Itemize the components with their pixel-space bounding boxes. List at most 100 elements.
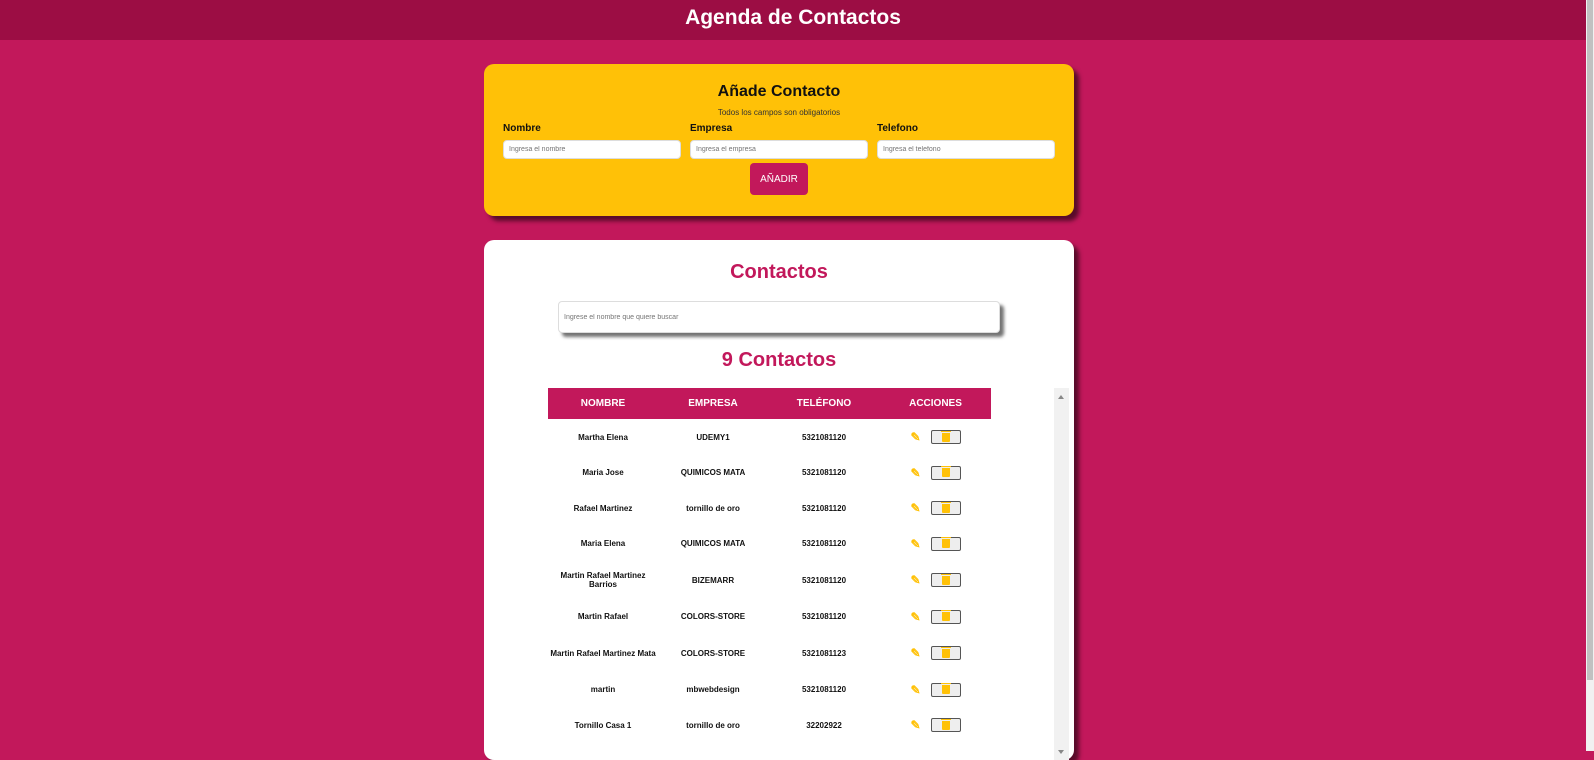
contact-company: COLORS-STORE: [680, 648, 746, 658]
table-row: Martin Rafael Martinez Mata COLORS-STORE 5…: [548, 634, 991, 672]
contact-phone: 5321081120: [801, 503, 847, 513]
contact-company: QUIMICOS MATA: [680, 539, 746, 548]
contact-name: Maria Jose: [582, 468, 624, 477]
contact-name: Martin Rafael Martinez Mata: [550, 648, 656, 658]
add-contact-card: Añade Contacto Todos los campos son obli…: [484, 64, 1074, 216]
contact-name: martin: [590, 685, 616, 694]
page-scrollbar-thumb[interactable]: [1587, 0, 1593, 680]
contact-phone: 5321081120: [801, 575, 847, 585]
contact-phone: 32202922: [806, 720, 842, 730]
empresa-field-group: Empresa: [690, 123, 868, 159]
contact-name: Maria Elena: [580, 539, 626, 548]
trash-icon: [940, 718, 951, 730]
trash-icon: [940, 537, 951, 548]
contact-name: Martin Rafael Martinez Barrios: [560, 571, 646, 589]
contact-company: tornillo de oro: [686, 720, 740, 730]
contact-company: tornillo de oro: [686, 503, 740, 513]
contact-company: BIZEMARR: [691, 575, 735, 585]
contact-company: COLORS-STORE: [680, 612, 746, 621]
trash-icon: [940, 573, 951, 585]
table-row: martin mbwebdesign 5321081120 ✎: [548, 672, 991, 707]
delete-button[interactable]: [930, 465, 961, 480]
row-actions: ✎: [880, 536, 991, 551]
table-row: Rafael Martinez tornillo de oro 5321081120…: [548, 490, 991, 526]
telefono-label: Telefono: [877, 123, 918, 134]
add-contact-button[interactable]: AÑADIR: [750, 163, 808, 195]
contact-phone: 5321081120: [801, 432, 847, 442]
contact-phone: 5321081120: [801, 468, 847, 477]
contact-company: QUIMICOS MATA: [680, 468, 746, 477]
row-actions: ✎: [880, 501, 991, 515]
trash-icon: [940, 610, 951, 621]
trash-icon: [940, 683, 951, 694]
trash-icon: [940, 466, 951, 477]
nombre-input[interactable]: [503, 140, 681, 159]
edit-icon[interactable]: ✎: [910, 684, 920, 696]
add-contact-title: Añade Contacto: [717, 83, 841, 100]
contact-name: Rafael Martinez: [573, 503, 633, 513]
empresa-input[interactable]: [690, 140, 868, 159]
contact-company: UDEMY1: [696, 432, 730, 442]
scroll-up-arrow-icon[interactable]: [1058, 395, 1064, 399]
trash-icon: [940, 501, 951, 513]
row-actions: ✎: [880, 573, 991, 587]
delete-button[interactable]: [930, 682, 961, 697]
contact-phone: 5321081120: [801, 612, 847, 621]
row-actions: ✎: [880, 430, 991, 444]
edit-icon[interactable]: ✎: [910, 538, 920, 550]
column-header-empresa: EMPRESA: [688, 398, 738, 409]
contact-name: Tornillo Casa 1: [574, 720, 632, 730]
edit-icon[interactable]: ✎: [910, 647, 920, 659]
table-scrollbar[interactable]: [1054, 388, 1069, 760]
contacts-title: Contactos: [730, 261, 828, 283]
table-row: Martin Rafael Martinez Barrios BIZEMARR 53…: [548, 561, 991, 599]
delete-button[interactable]: [930, 430, 961, 444]
telefono-field-group: Telefono: [877, 123, 1055, 159]
table-row: Martha Elena UDEMY1 5321081120 ✎: [548, 419, 991, 455]
table-row: Tornillo Casa 1 tornillo de oro 32202922 ✎: [548, 707, 991, 743]
trash-icon: [940, 646, 951, 658]
nombre-field-group: Nombre: [503, 123, 681, 159]
column-header-nombre: NOMBRE: [580, 398, 626, 409]
page-scrollbar[interactable]: [1586, 0, 1594, 751]
column-header-telefono: TELÉFONO: [796, 398, 852, 409]
row-actions: ✎: [880, 718, 991, 732]
edit-icon[interactable]: ✎: [910, 502, 920, 514]
contact-phone: 5321081120: [801, 685, 847, 694]
table-body: Martha Elena UDEMY1 5321081120 ✎ Maria Jose Q…: [548, 419, 991, 743]
contacts-table: NOMBRE EMPRESA TELÉFONO ACCIONES Martha …: [548, 388, 991, 743]
row-actions: ✎: [880, 465, 991, 480]
contact-phone: 5321081123: [801, 648, 847, 658]
search-input[interactable]: [558, 301, 1000, 333]
delete-button[interactable]: [930, 573, 961, 587]
table-row: Martin Rafael COLORS-STORE 5321081120 ✎: [548, 599, 991, 634]
row-actions: ✎: [880, 646, 991, 660]
edit-icon[interactable]: ✎: [910, 431, 920, 443]
row-actions: ✎: [880, 609, 991, 624]
edit-icon[interactable]: ✎: [910, 574, 920, 586]
table-row: Maria Jose QUIMICOS MATA 5321081120 ✎: [548, 455, 991, 490]
contact-company: mbwebdesign: [686, 685, 740, 694]
empresa-label: Empresa: [690, 123, 733, 134]
telefono-input[interactable]: [877, 140, 1055, 159]
trash-icon: [940, 430, 951, 442]
edit-icon[interactable]: ✎: [910, 719, 920, 731]
edit-icon[interactable]: ✎: [910, 611, 920, 623]
delete-button[interactable]: [930, 646, 961, 660]
app-title: Agenda de Contactos: [685, 6, 901, 29]
delete-button[interactable]: [930, 536, 961, 551]
delete-button[interactable]: [930, 609, 961, 624]
app-header: Agenda de Contactos: [0, 0, 1586, 40]
edit-icon[interactable]: ✎: [910, 467, 920, 479]
delete-button[interactable]: [930, 501, 961, 515]
delete-button[interactable]: [930, 718, 961, 732]
contact-name: Martin Rafael: [577, 612, 629, 621]
contact-phone: 5321081120: [801, 539, 847, 548]
table-header: NOMBRE EMPRESA TELÉFONO ACCIONES: [548, 388, 991, 419]
contacts-count: 9 Contactos: [721, 349, 837, 371]
table-row: Maria Elena QUIMICOS MATA 5321081120 ✎: [548, 526, 991, 561]
add-contact-subtitle: Todos los campos son obligatorios: [717, 108, 841, 117]
column-header-acciones: ACCIONES: [909, 398, 962, 409]
nombre-label: Nombre: [503, 123, 541, 134]
contacts-card: Contactos 9 Contactos NOMBRE EMPRESA TEL…: [484, 240, 1074, 760]
